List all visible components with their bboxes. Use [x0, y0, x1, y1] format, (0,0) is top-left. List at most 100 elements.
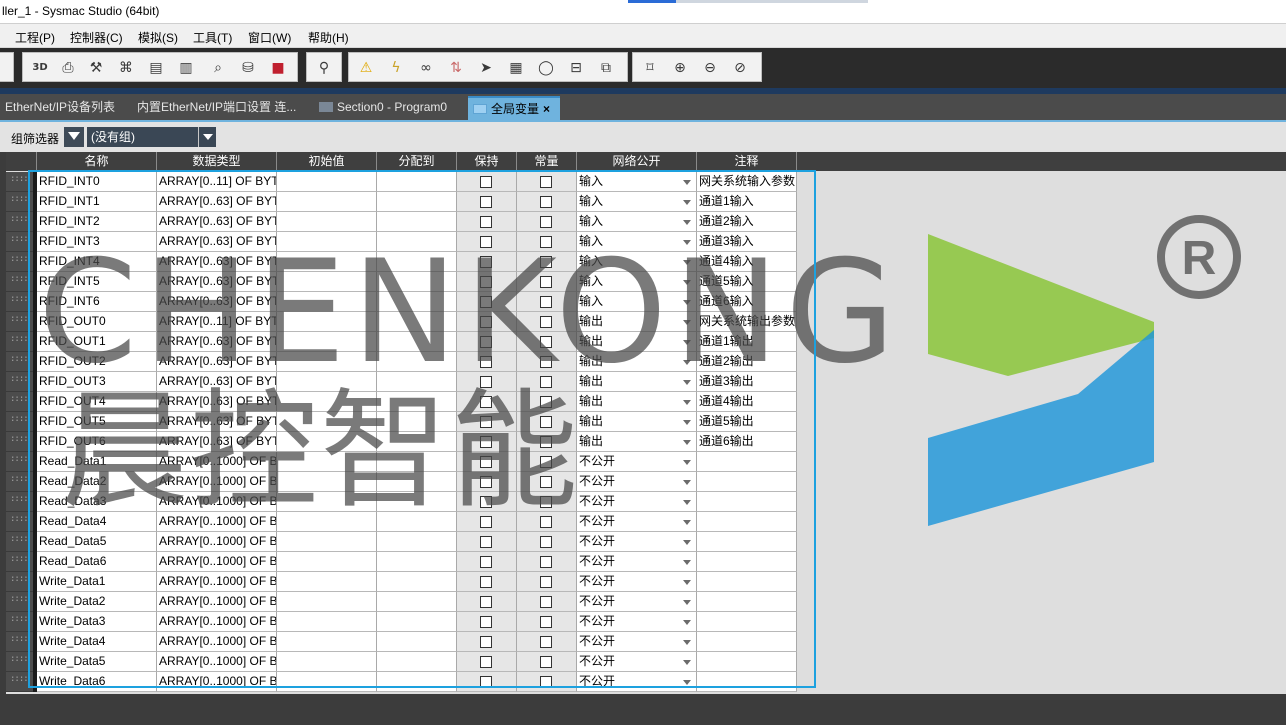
- row-handle-icon[interactable]: [6, 392, 33, 412]
- cell-allocated-to[interactable]: [377, 632, 457, 652]
- tab-global-variables[interactable]: 全局变量 ×: [468, 96, 560, 120]
- header-constant[interactable]: 常量: [517, 152, 577, 171]
- cell-comment[interactable]: [697, 632, 797, 652]
- zoom-reset-icon[interactable]: ⊘: [729, 57, 751, 79]
- cell-comment[interactable]: 网关系统输入参数: [697, 172, 797, 192]
- row-handle-icon[interactable]: [6, 652, 33, 672]
- cell-data-type[interactable]: ARRAY[0..1000] OF BY: [157, 592, 277, 612]
- cell-network-publish[interactable]: 不公开: [577, 492, 697, 512]
- search-icon[interactable]: ⌕: [207, 57, 229, 79]
- row-handle-icon[interactable]: [6, 632, 33, 652]
- row-handle-icon[interactable]: [6, 492, 33, 512]
- row-handle-icon[interactable]: [6, 432, 33, 452]
- cell-name[interactable]: Write_Data6: [37, 672, 157, 692]
- header-allocated-to[interactable]: 分配到: [377, 152, 457, 171]
- row-handle-icon[interactable]: [6, 552, 33, 572]
- menu-project[interactable]: 工程(P): [15, 29, 55, 46]
- cell-network-publish[interactable]: 不公开: [577, 472, 697, 492]
- row-handle-icon[interactable]: [6, 572, 33, 592]
- cell-comment[interactable]: [697, 472, 797, 492]
- cell-network-publish[interactable]: 输入: [577, 172, 697, 192]
- cell-name[interactable]: Write_Data4: [37, 632, 157, 652]
- cell-network-publish[interactable]: 不公开: [577, 592, 697, 612]
- constant-checkbox[interactable]: [540, 656, 552, 668]
- row-handle-icon[interactable]: [6, 232, 33, 252]
- table-row[interactable]: RFID_INT1 ARRAY[0..63] OF BYTE 输入 通道1输入: [6, 192, 1286, 212]
- retain-checkbox[interactable]: [480, 176, 492, 188]
- cell-comment[interactable]: [697, 572, 797, 592]
- constant-checkbox[interactable]: [540, 196, 552, 208]
- online-icon[interactable]: ϟ: [385, 57, 407, 79]
- cell-data-type[interactable]: ARRAY[0..1000] OF BY: [157, 632, 277, 652]
- row-handle-icon[interactable]: [6, 372, 33, 392]
- ring-icon[interactable]: ◯: [535, 57, 557, 79]
- row-handle-icon[interactable]: [6, 352, 33, 372]
- cell-network-publish[interactable]: 输入: [577, 212, 697, 232]
- cell-initial-value[interactable]: [277, 672, 377, 692]
- transfer-icon[interactable]: ⇅: [445, 57, 467, 79]
- build-icon[interactable]: ▤: [145, 57, 167, 79]
- retain-checkbox[interactable]: [480, 196, 492, 208]
- chevron-down-icon[interactable]: [683, 680, 691, 685]
- cell-name[interactable]: Read_Data6: [37, 552, 157, 572]
- row-handle-icon[interactable]: [6, 612, 33, 632]
- cell-comment[interactable]: [697, 652, 797, 672]
- row-handle-icon[interactable]: [6, 332, 33, 352]
- row-handle-icon[interactable]: [6, 192, 33, 212]
- cell-network-publish[interactable]: 不公开: [577, 552, 697, 572]
- chevron-down-icon[interactable]: [683, 540, 691, 545]
- row-handle-icon[interactable]: [6, 272, 33, 292]
- compare-icon[interactable]: ⊟: [565, 57, 587, 79]
- table-row[interactable]: Write_Data4 ARRAY[0..1000] OF BY 不公开: [6, 632, 1286, 652]
- cell-network-publish[interactable]: 不公开: [577, 672, 697, 692]
- cell-allocated-to[interactable]: [377, 652, 457, 672]
- cell-comment[interactable]: 通道2输入: [697, 212, 797, 232]
- cell-network-publish[interactable]: 输出: [577, 432, 697, 452]
- stop-icon[interactable]: ■: [267, 57, 289, 79]
- cell-network-publish[interactable]: 不公开: [577, 632, 697, 652]
- retain-checkbox[interactable]: [480, 656, 492, 668]
- warning-icon[interactable]: ⚠: [355, 57, 377, 79]
- constant-checkbox[interactable]: [540, 176, 552, 188]
- io-icon[interactable]: ➤: [475, 57, 497, 79]
- copy-icon[interactable]: ⧉: [595, 57, 617, 79]
- row-handle-icon[interactable]: [6, 672, 33, 692]
- table-row[interactable]: Write_Data3 ARRAY[0..1000] OF BY 不公开: [6, 612, 1286, 632]
- cell-network-publish[interactable]: 输入: [577, 192, 697, 212]
- chevron-down-icon[interactable]: [683, 560, 691, 565]
- retain-checkbox[interactable]: [480, 536, 492, 548]
- cell-data-type[interactable]: ARRAY[0..1000] OF BY: [157, 672, 277, 692]
- cell-allocated-to[interactable]: [377, 172, 457, 192]
- cell-data-type[interactable]: ARRAY[0..1000] OF BY: [157, 552, 277, 572]
- table-row[interactable]: RFID_INT0 ARRAY[0..11] OF BYTE 输入 网关系统输入参数: [6, 172, 1286, 192]
- cell-network-publish[interactable]: 不公开: [577, 532, 697, 552]
- table-row[interactable]: Write_Data6 ARRAY[0..1000] OF BY 不公开: [6, 672, 1286, 692]
- cell-data-type[interactable]: ARRAY[0..1000] OF BY: [157, 652, 277, 672]
- cell-name[interactable]: Write_Data1: [37, 572, 157, 592]
- constant-checkbox[interactable]: [540, 616, 552, 628]
- cell-comment[interactable]: [697, 672, 797, 692]
- cell-name[interactable]: RFID_INT2: [37, 212, 157, 232]
- chevron-down-icon[interactable]: [683, 580, 691, 585]
- chevron-down-icon[interactable]: [683, 440, 691, 445]
- 3d-icon[interactable]: 3D: [29, 57, 51, 79]
- cell-name[interactable]: Write_Data2: [37, 592, 157, 612]
- retain-checkbox[interactable]: [480, 596, 492, 608]
- chevron-down-icon[interactable]: [683, 400, 691, 405]
- cell-network-publish[interactable]: 不公开: [577, 612, 697, 632]
- menu-window[interactable]: 窗口(W): [248, 29, 291, 46]
- tab-ethernet-ip-devices[interactable]: EtherNet/IP设备列表: [0, 96, 126, 120]
- header-data-type[interactable]: 数据类型: [157, 152, 277, 171]
- header-initial-value[interactable]: 初始值: [277, 152, 377, 171]
- cell-data-type[interactable]: ARRAY[0..1000] OF BY: [157, 532, 277, 552]
- constant-checkbox[interactable]: [540, 576, 552, 588]
- binoculars-icon[interactable]: ⛁: [237, 57, 259, 79]
- table-row[interactable]: Read_Data6 ARRAY[0..1000] OF BY 不公开: [6, 552, 1286, 572]
- cell-comment[interactable]: 通道4输出: [697, 392, 797, 412]
- cell-allocated-to[interactable]: [377, 532, 457, 552]
- cell-data-type[interactable]: ARRAY[0..63] OF BYTE: [157, 212, 277, 232]
- chevron-down-icon[interactable]: [683, 480, 691, 485]
- funnel-icon[interactable]: [64, 127, 84, 147]
- chevron-down-icon[interactable]: [683, 420, 691, 425]
- row-handle-icon[interactable]: [6, 512, 33, 532]
